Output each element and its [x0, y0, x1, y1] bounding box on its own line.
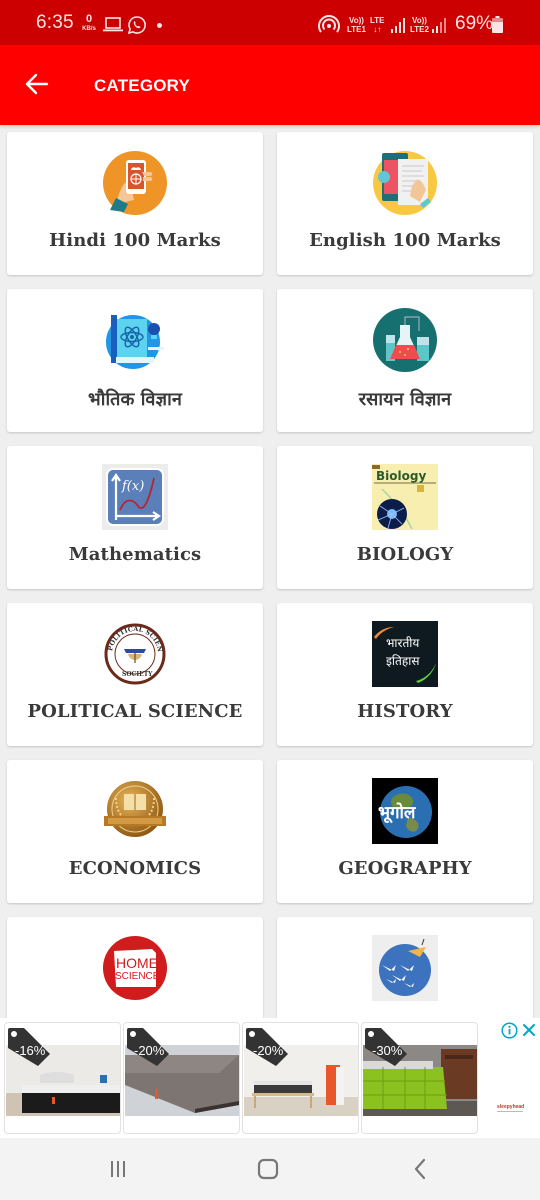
discount-label: -20% — [253, 1043, 284, 1058]
back-button[interactable] — [20, 67, 54, 101]
svg-text:SOCIETY: SOCIETY — [122, 671, 153, 678]
function-label: f(x) — [121, 479, 144, 494]
lte-label: LTE — [370, 16, 385, 25]
ad-item[interactable]: -16% — [4, 1022, 121, 1134]
home-science-text-1: HOME — [116, 955, 158, 971]
hotspot-icon — [318, 15, 340, 33]
function-graph-icon: f(x) — [102, 464, 168, 530]
chevron-left-icon — [414, 1158, 426, 1180]
ad-item[interactable]: -20% — [123, 1022, 240, 1134]
category-label: English 100 Marks — [309, 230, 501, 251]
discount-label: -20% — [134, 1043, 165, 1058]
home-button[interactable] — [248, 1154, 288, 1184]
political-science-seal-icon: POLITICAL SCIENCE SOCIETY — [102, 621, 168, 687]
category-grid: Hindi 100 Marks English 100 Marks भौतिक … — [0, 125, 540, 1020]
signal-strength-sim1-icon — [391, 18, 405, 33]
biology-title: Biology — [376, 469, 426, 483]
category-card-history[interactable]: भारतीय इतिहास HISTORY — [277, 603, 533, 746]
chemistry-flask-icon — [372, 307, 438, 373]
physics-atom-icon — [102, 307, 168, 373]
category-card-english[interactable]: English 100 Marks — [277, 132, 533, 275]
tablet-document-icon — [372, 150, 438, 216]
geography-globe-icon: भूगोल — [372, 778, 438, 844]
ad-banner: -16% -20% -20% -30% sleepyhead — [0, 1018, 540, 1138]
paper-boats-icon — [372, 935, 438, 1001]
category-label: GEOGRAPHY — [338, 858, 472, 879]
whatsapp-icon — [127, 16, 146, 35]
home-icon — [257, 1158, 279, 1180]
sim2-volte-indicator: Vo)) LTE2 — [410, 16, 429, 34]
info-icon[interactable] — [501, 1022, 518, 1039]
network-speed-unit: KB/s — [82, 26, 96, 32]
biology-book-icon: Biology — [372, 464, 438, 530]
signal-strength-sim2-icon — [432, 18, 446, 33]
sim2-volte-label: Vo)) — [412, 16, 427, 25]
category-card-economics[interactable]: ECONOMICS — [7, 760, 263, 903]
category-card-home-science[interactable]: HOME SCIENCE — [7, 917, 263, 1020]
sim1-volte-label: Vo)) — [349, 16, 364, 25]
laptop-icon — [103, 17, 123, 32]
battery-percentage: 69% — [455, 13, 494, 34]
category-card-hindi[interactable]: Hindi 100 Marks — [7, 132, 263, 275]
indian-history-icon: भारतीय इतिहास — [372, 621, 438, 687]
category-label: HISTORY — [357, 701, 453, 722]
sim1-lte-label: LTE1 — [347, 25, 366, 34]
ad-item[interactable]: -20% — [242, 1022, 359, 1134]
category-card-political-science[interactable]: POLITICAL SCIENCE SOCIETY POLITICAL SCIE… — [7, 603, 263, 746]
category-card-physics[interactable]: भौतिक विज्ञान — [7, 289, 263, 432]
status-time: 6:35 — [36, 12, 74, 33]
ad-item[interactable]: -30% — [361, 1022, 478, 1134]
history-icon-text-2: इतिहास — [386, 654, 420, 668]
close-icon[interactable] — [522, 1023, 536, 1037]
network-speed: 0 KB/s — [80, 14, 98, 33]
back-nav-button[interactable] — [400, 1154, 440, 1184]
app-bar: CATEGORY — [0, 45, 540, 125]
ad-brand-logo: sleepyhead — [497, 1104, 525, 1110]
recent-apps-icon — [111, 1161, 125, 1177]
arrow-left-icon — [25, 73, 49, 95]
economics-medal-icon — [102, 778, 168, 844]
category-card-mathematics[interactable]: f(x) Mathematics — [7, 446, 263, 589]
category-card-geography[interactable]: भूगोल GEOGRAPHY — [277, 760, 533, 903]
category-card-biology[interactable]: Biology BIOLOGY — [277, 446, 533, 589]
category-label: ECONOMICS — [68, 858, 202, 879]
data-arrows-icon: ↓↑ — [373, 25, 382, 34]
category-card-leadership[interactable] — [277, 917, 533, 1020]
status-bar: 6:35 0 KB/s Vo)) LTE1 LTE ↓↑ Vo)) LTE2 6… — [0, 0, 540, 45]
discount-label: -30% — [372, 1043, 403, 1058]
category-label: रसायन विज्ञान — [358, 389, 452, 410]
ad-brand-tagline — [497, 1111, 523, 1112]
hand-phone-icon — [102, 150, 168, 216]
category-label: POLITICAL SCIENCE — [27, 701, 243, 722]
battery-icon — [492, 16, 503, 33]
category-label: भौतिक विज्ञान — [88, 389, 182, 410]
home-science-icon: HOME SCIENCE — [102, 935, 168, 1001]
page-title: CATEGORY — [94, 76, 191, 95]
history-icon-text-1: भारतीय — [386, 636, 420, 650]
geography-icon-text: भूगोल — [378, 802, 417, 824]
network-speed-value: 0 — [85, 13, 93, 25]
category-label: Mathematics — [68, 544, 202, 565]
category-card-chemistry[interactable]: रसायन विज्ञान — [277, 289, 533, 432]
discount-label: -16% — [15, 1043, 46, 1058]
sim1-volte-indicator: Vo)) LTE1 — [347, 16, 366, 34]
category-label: BIOLOGY — [356, 544, 454, 565]
lte-data-indicator: LTE ↓↑ — [370, 16, 385, 34]
sim2-lte-label: LTE2 — [410, 25, 429, 34]
home-science-text-2: SCIENCE — [115, 971, 160, 982]
notification-dot-icon — [157, 23, 162, 28]
system-nav-bar — [0, 1138, 540, 1200]
category-label: Hindi 100 Marks — [49, 230, 221, 251]
recent-apps-button[interactable] — [98, 1154, 138, 1184]
